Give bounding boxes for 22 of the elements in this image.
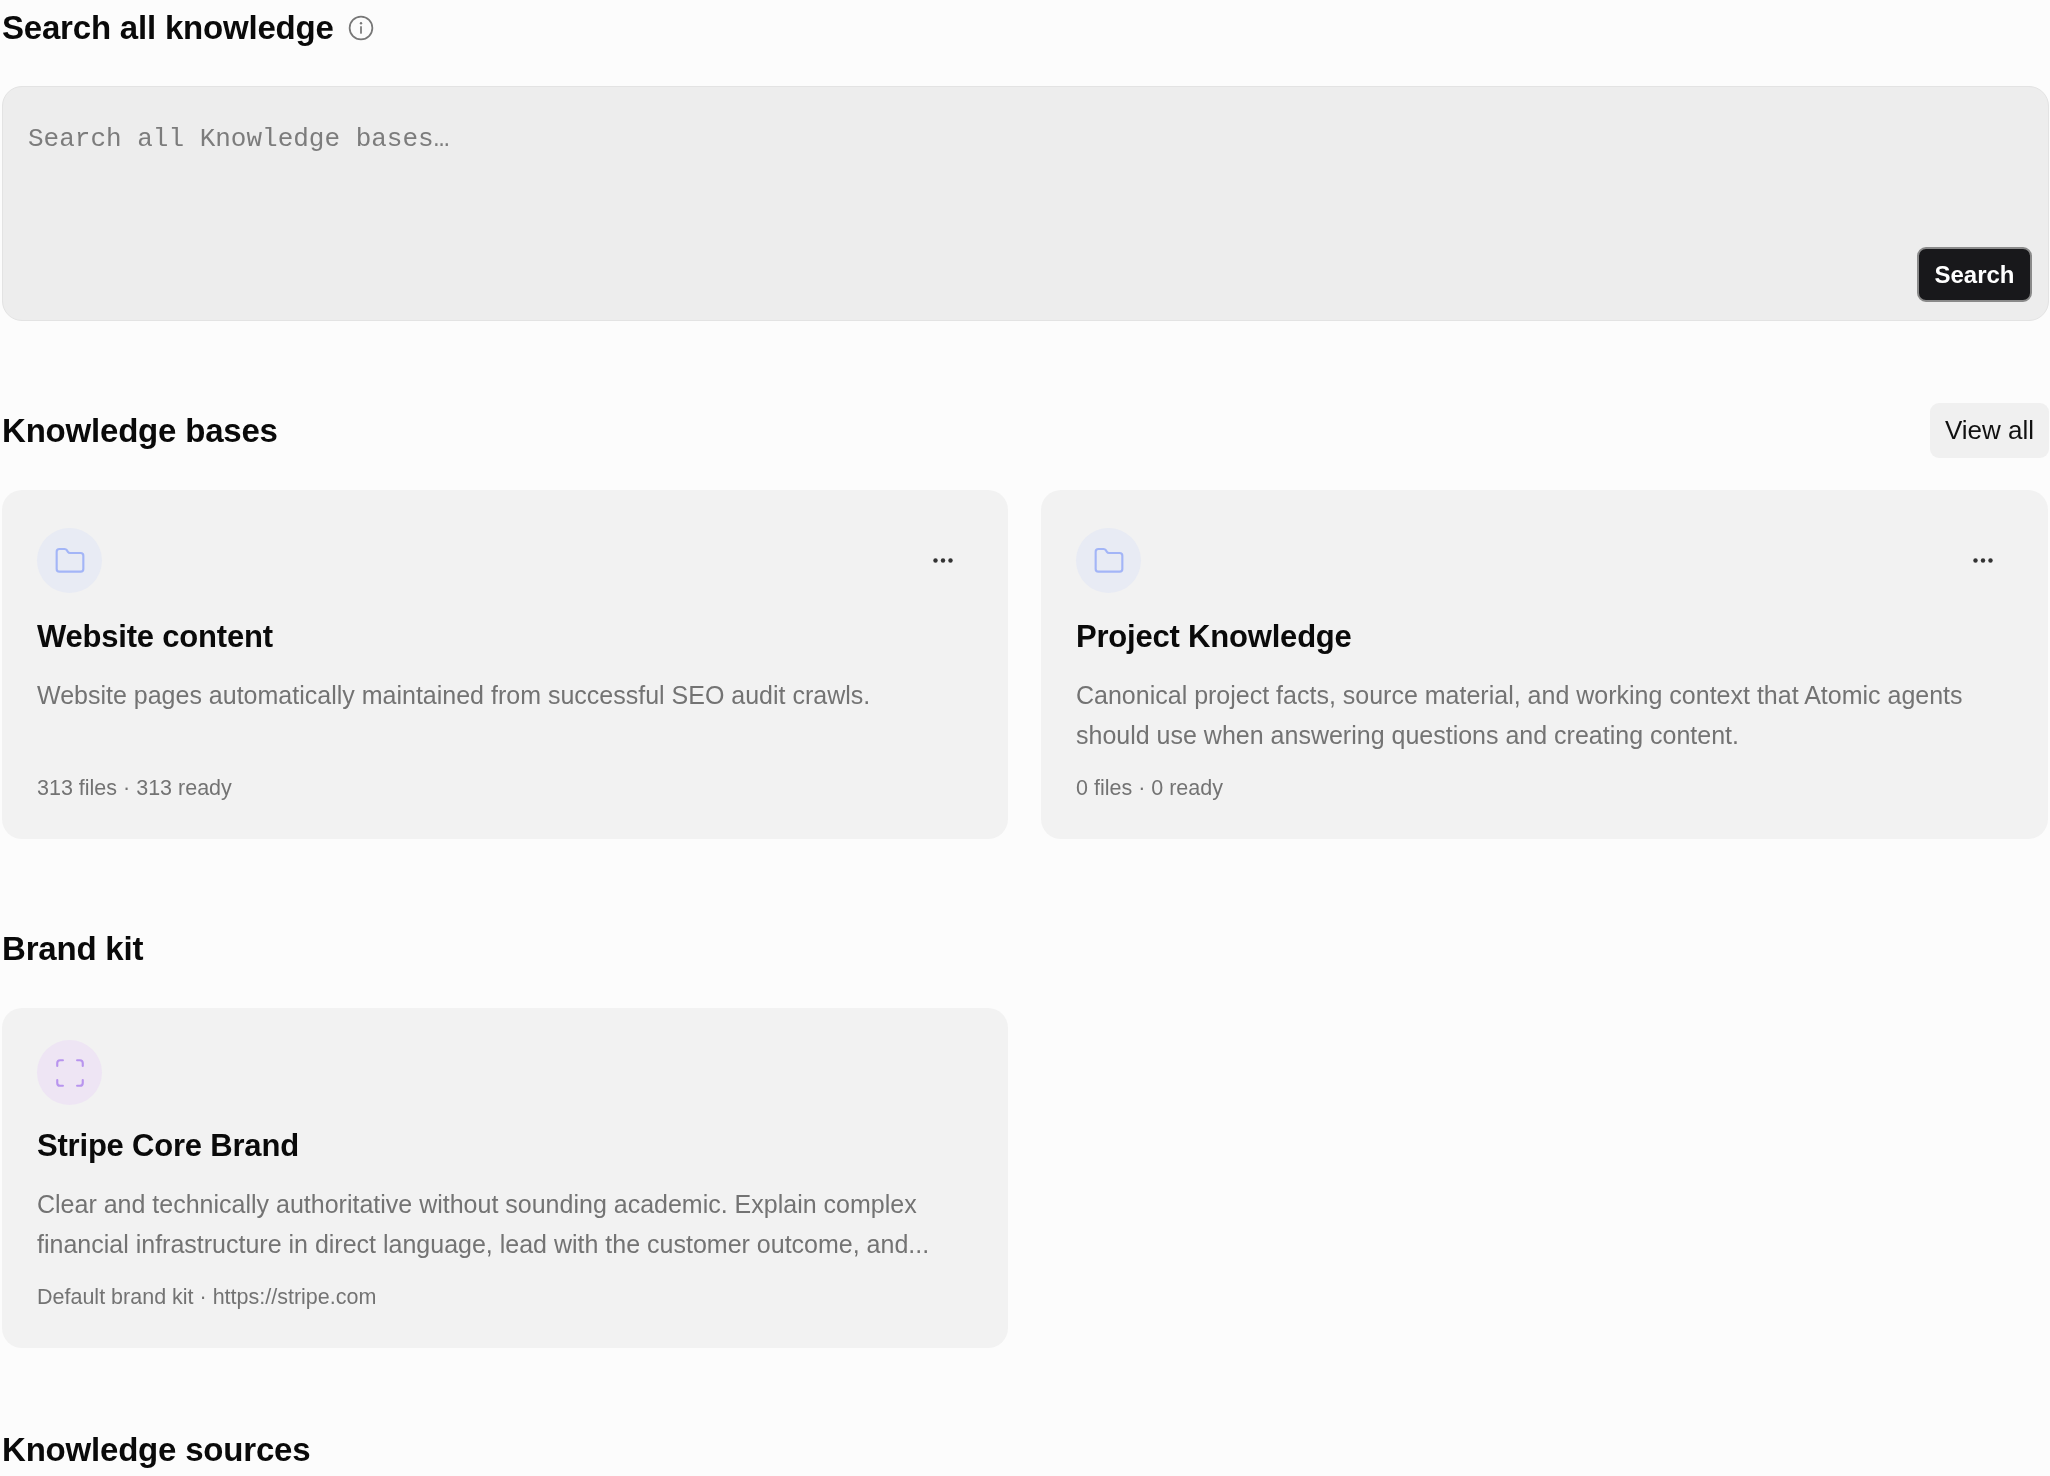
brand-kit-card[interactable] [2,1008,1008,1348]
knowledge-base-card[interactable]: Project Knowledge Canonical project facts, source material, and working context that Atomic agents should use when answering questions and creating content. 0 files · 0 ready [1041,490,2048,839]
page-title: Search all knowledge [2,8,334,47]
card-description: Website pages automatically maintained from successful SEO audit crawls. [37,680,872,711]
card-details: Default brand kit · https://stripe.com [37,1284,378,1311]
knowledge-base-card[interactable]: Website content Website pages automatically maintained from successful SEO audit crawls. 313 files · 313 ready [2,490,1008,839]
card-details: 0 files · 0 ready [1076,775,1224,802]
view-all-button[interactable]: View all [1929,403,2049,458]
ellipsis-icon [1973,558,1993,563]
card-title: Stripe Core Brand [37,1127,300,1164]
section-heading: Brand kit [2,929,144,968]
card-title: Website content [37,618,274,655]
card-description: Clear and technically authoritative without sounding academic. Explain complex financial infrastructure in direct language, lead with the customer outcome, and... [37,1189,931,1260]
section-heading: Knowledge bases [2,411,278,450]
card-details: 313 files · 313 ready [37,775,233,802]
section-heading: Knowledge sources [2,1430,311,1469]
ellipsis-icon [933,558,953,563]
search-button[interactable]: Search [1917,247,2032,302]
card-title: Project Knowledge [1076,618,1353,655]
card-description: Canonical project facts, source material, and working context that Atomic agents should use when answering questions and creating content. [1076,680,1964,751]
search-field[interactable]: Search all Knowledge bases… Search [2,86,2049,321]
info-icon[interactable] [347,14,374,41]
